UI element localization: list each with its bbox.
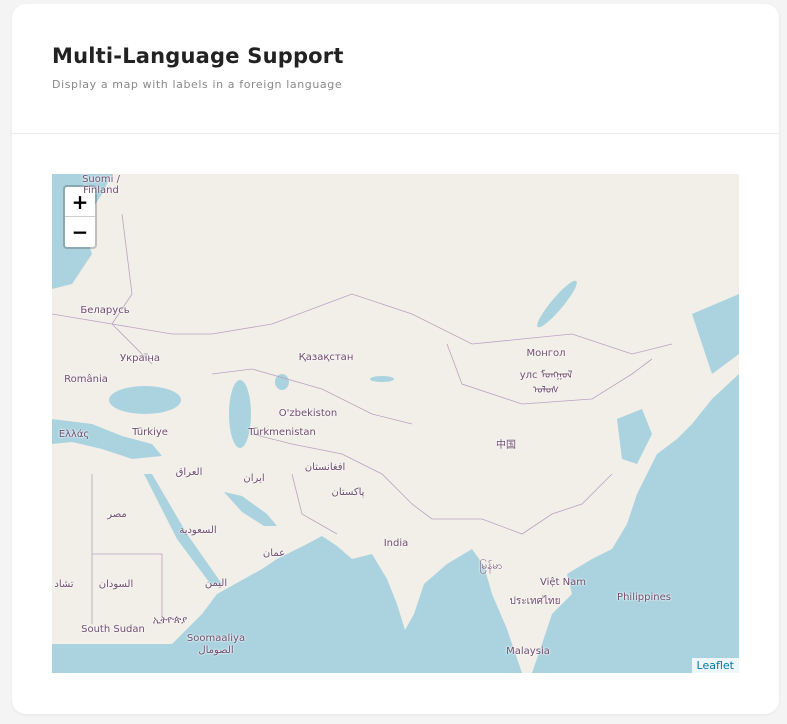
label-oman: عمان bbox=[262, 548, 286, 559]
label-myanmar: မြန်မာ bbox=[479, 561, 503, 572]
label-afghanistan: افغانستان bbox=[304, 462, 346, 473]
label-yemen: اليمن bbox=[204, 578, 228, 589]
label-philippines: Philippines bbox=[617, 592, 671, 603]
yellow-sea bbox=[617, 409, 652, 464]
label-finland: Suomi / bbox=[82, 174, 120, 185]
label-greece: Ελλάς bbox=[58, 429, 90, 440]
page-title: Multi-Language Support bbox=[52, 44, 344, 68]
label-thailand: ประเทศไทย bbox=[509, 596, 561, 607]
label-belarus: Беларусь bbox=[80, 305, 130, 316]
indian-ocean bbox=[52, 536, 522, 673]
label-mongolia-3: ᠤᠯᠤᠰ bbox=[532, 385, 560, 396]
label-sudan: السودان bbox=[98, 579, 134, 590]
label-somalia-ar: الصومال bbox=[198, 645, 234, 656]
attribution-link[interactable]: Leaflet bbox=[691, 658, 739, 673]
label-saudi-arabia: السعودية bbox=[179, 525, 217, 536]
label-ethiopia: ኢትዮጵያ bbox=[152, 615, 188, 626]
label-pakistan: پاکستان bbox=[331, 487, 365, 498]
label-chad: تشاد bbox=[54, 579, 74, 590]
label-malaysia: Malaysia bbox=[506, 646, 550, 657]
label-uzbekistan: O'zbekiston bbox=[278, 408, 338, 419]
label-finland-en: Finland bbox=[83, 185, 119, 196]
label-china: 中国 bbox=[496, 440, 516, 451]
zoom-out-button[interactable]: − bbox=[65, 217, 95, 247]
label-turkey: Türkiye bbox=[132, 427, 168, 438]
black-sea bbox=[109, 386, 181, 414]
label-egypt: مصر bbox=[107, 509, 127, 520]
label-iraq: العراق bbox=[175, 467, 203, 478]
label-mongolia: Монгол bbox=[526, 348, 566, 359]
label-somalia: Soomaaliya bbox=[186, 633, 246, 644]
map[interactable]: + − Suomi / Finland Беларусь Україна Rom… bbox=[52, 174, 739, 673]
label-kazakhstan: Қазақстан bbox=[298, 352, 354, 363]
label-south-sudan: South Sudan bbox=[81, 624, 145, 635]
label-turkmenistan: Türkmenistan bbox=[248, 427, 316, 438]
label-india: India bbox=[383, 538, 409, 549]
label-romania: România bbox=[64, 374, 108, 385]
label-iran: ایران bbox=[243, 473, 265, 484]
label-vietnam: Việt Nam bbox=[539, 577, 587, 588]
label-ukraine: Україна bbox=[119, 353, 161, 364]
card-header: Multi-Language Support Display a map wit… bbox=[12, 4, 779, 134]
page-subtitle: Display a map with labels in a foreign l… bbox=[52, 78, 343, 91]
persian-gulf bbox=[224, 492, 277, 526]
lake-baikal bbox=[537, 280, 577, 328]
lake-balkhash bbox=[370, 376, 394, 382]
sea-of-japan bbox=[692, 294, 739, 374]
